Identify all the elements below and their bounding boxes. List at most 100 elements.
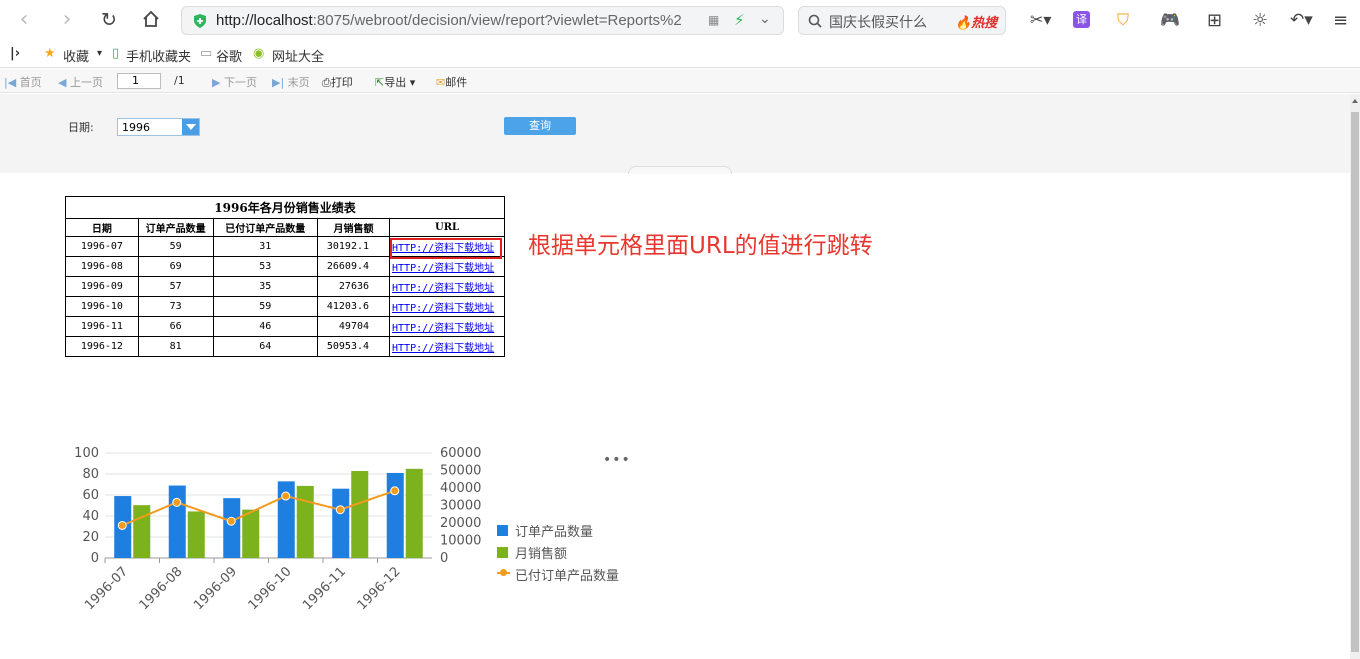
brightness-icon[interactable]: ☼ (1252, 10, 1268, 31)
cell-order-qty: 66 (137, 316, 214, 337)
annotation-text: 根据单元格里面URL的值进行跳转 (528, 233, 873, 259)
sales-report-table: 1996年各月份销售业绩表 日期 订单产品数量 已付订单产品数量 月销售额 UR… (65, 196, 505, 357)
cell-date: 1996-09 (65, 276, 139, 297)
y-left-tick-label: 20 (82, 530, 99, 545)
search-box[interactable]: 国庆长假买什么 🔥热搜 (798, 6, 1006, 35)
cell-url-link[interactable]: HTTP://资料下载地址 (389, 256, 505, 277)
sales-combo-chart: 0 20 40 60 80 100 0 10000 20000 30000 40000 50000 60… (74, 446, 481, 613)
table-row: 1996-10 73 59 41203.6 HTTP://资料下载地址 (65, 296, 505, 317)
favorites-dropdown-icon[interactable]: ▾ (97, 48, 102, 59)
coin-icon[interactable]: ⛉ (1117, 10, 1129, 30)
cell-url-link[interactable]: HTTP://资料下载地址 (389, 316, 505, 337)
legend-label: 月销售额 (515, 547, 568, 562)
first-page-icon: |◀ (4, 76, 17, 89)
forward-icon[interactable]: › (55, 9, 79, 33)
reload-icon[interactable]: ↻ (97, 9, 121, 33)
hot-search-badge[interactable]: 🔥热搜 (955, 12, 997, 31)
cell-order-qty: 57 (137, 276, 214, 297)
cell-monthly-sales: 49704 (317, 316, 391, 337)
last-page-button[interactable]: ▶| 末页 (272, 74, 310, 90)
sidebar-toggle-icon[interactable]: |› (10, 46, 20, 61)
x-tick-label: 1996-11 (300, 564, 349, 613)
highlight-box (390, 238, 502, 259)
y-left-tick-label: 60 (82, 488, 99, 503)
first-page-button[interactable]: |◀ 首页 (4, 74, 42, 90)
page-number-input[interactable]: 1 (117, 73, 161, 89)
browser-toolbar: ‹ › ↻ http://localhost:8075/webroot/deci… (0, 0, 1360, 42)
search-placeholder: 国庆长假买什么 (829, 15, 927, 31)
back-icon[interactable]: ‹ (12, 9, 36, 33)
x-tick-label: 1996-12 (355, 564, 404, 613)
legend-swatch (497, 525, 508, 536)
star-icon: ★ (44, 46, 56, 61)
y-right-tick-label: 30000 (440, 499, 481, 514)
page-total: /1 (174, 74, 185, 87)
menu-icon[interactable]: ≡ (1333, 10, 1348, 31)
print-button[interactable]: ⎙打印 (322, 74, 353, 90)
cell-paid-qty: 64 (212, 336, 319, 357)
y-right-tick-label: 10000 (440, 534, 481, 549)
bookmark-mobile[interactable]: 手机收藏夹 (126, 46, 191, 65)
bar-order-qty (386, 472, 404, 558)
prev-page-icon: ◀ (58, 76, 67, 89)
cell-url-link[interactable]: HTTP://资料下载地址 (389, 336, 505, 357)
prev-page-button[interactable]: ◀ 上一页 (58, 74, 103, 90)
bookmark-favorites[interactable]: 收藏 (63, 46, 89, 65)
date-select-value: 1996 (122, 121, 150, 134)
url-text: http://localhost:8075/webroot/decision/v… (216, 12, 682, 29)
address-bar[interactable]: http://localhost:8075/webroot/decision/v… (181, 6, 784, 35)
cell-order-qty: 73 (137, 296, 214, 317)
export-button[interactable]: ⇱导出 ▾ (375, 74, 415, 90)
header-url: URL (389, 218, 505, 237)
cell-url-link[interactable]: HTTP://资料下载地址 (389, 276, 505, 297)
point-paid-qty (226, 516, 236, 526)
legend-label: 订单产品数量 (515, 525, 594, 540)
more-options-icon[interactable]: ••• (603, 452, 631, 468)
query-button[interactable]: 查询 (504, 117, 576, 135)
bar-monthly-sales (242, 509, 260, 558)
table-row: 1996-09 57 35 27636 HTTP://资料下载地址 (65, 276, 505, 297)
bookmark-directory[interactable]: 网址大全 (272, 46, 324, 65)
scissors-icon[interactable]: ✂▾ (1030, 10, 1051, 29)
printer-icon: ⎙ (322, 76, 331, 89)
phone-icon: ▯ (112, 46, 120, 61)
y-left-tick-label: 100 (74, 446, 99, 461)
vertical-scrollbar[interactable] (1350, 94, 1360, 659)
qr-code-icon[interactable]: ▦ (708, 13, 719, 27)
apps-grid-icon[interactable]: ⊞ (1207, 10, 1222, 31)
table-row: 1996-12 81 64 50953.4 HTTP://资料下载地址 (65, 336, 505, 357)
point-paid-qty (335, 505, 345, 515)
point-paid-qty (390, 486, 400, 496)
mail-button[interactable]: ✉邮件 (436, 74, 467, 90)
dropdown-arrow-icon[interactable] (182, 119, 199, 135)
next-page-button[interactable]: ▶ 下一页 (212, 74, 257, 90)
y-right-tick-label: 0 (440, 551, 448, 566)
date-label: 日期: (68, 121, 94, 134)
scrollbar-thumb[interactable] (1351, 112, 1359, 652)
table-title: 1996年各月份销售业绩表 (65, 196, 505, 219)
cell-order-qty: 59 (137, 236, 214, 257)
lightning-icon[interactable]: ⚡ (734, 11, 745, 29)
scroll-up-icon[interactable] (1352, 99, 1358, 103)
bookmark-google[interactable]: 谷歌 (216, 46, 242, 65)
collapse-panel-handle[interactable] (628, 166, 732, 174)
undo-icon[interactable]: ↶▾ (1290, 10, 1313, 30)
cell-date: 1996-08 (65, 256, 139, 277)
mail-icon: ✉ (436, 76, 446, 89)
cell-url-link[interactable]: HTTP://资料下载地址 (389, 296, 505, 317)
header-paid-qty: 已付订单产品数量 (212, 218, 319, 237)
bar-monthly-sales (187, 511, 205, 558)
game-icon[interactable]: 🎮 (1160, 10, 1180, 29)
last-page-icon: ▶| (272, 76, 285, 89)
home-icon[interactable] (139, 9, 163, 33)
page-icon: ▭ (200, 46, 213, 61)
cell-paid-qty: 59 (212, 296, 319, 317)
date-select[interactable]: 1996 (117, 118, 200, 136)
cell-paid-qty: 46 (212, 316, 319, 337)
cell-monthly-sales: 41203.6 (317, 296, 391, 317)
y-right-tick-label: 20000 (440, 516, 481, 531)
chevron-down-icon[interactable]: ⌄ (759, 11, 771, 27)
cell-monthly-sales: 26609.4 (317, 256, 391, 277)
cell-paid-qty: 35 (212, 276, 319, 297)
translate-icon[interactable]: 译 (1073, 11, 1090, 28)
